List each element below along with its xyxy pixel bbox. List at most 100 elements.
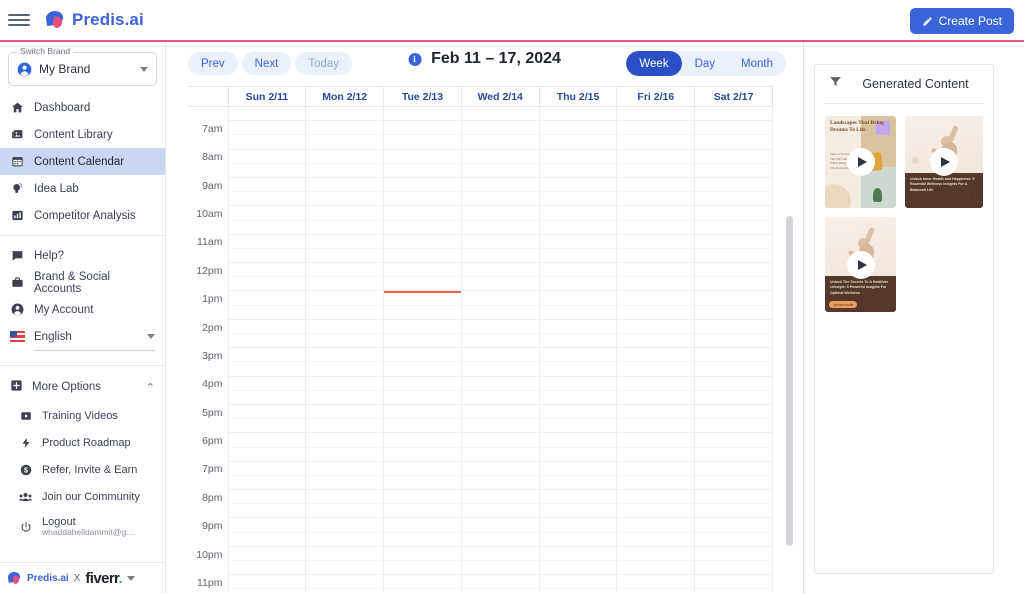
day-header[interactable]: Sat 2/17 — [694, 86, 773, 107]
calendar-cell[interactable] — [460, 304, 540, 320]
calendar-cell[interactable] — [305, 389, 385, 405]
calendar-cell[interactable] — [305, 403, 385, 420]
calendar-cell[interactable] — [227, 162, 307, 178]
calendar-cell[interactable] — [227, 588, 307, 592]
calendar-cell[interactable] — [694, 176, 773, 193]
calendar-cell[interactable] — [538, 247, 618, 264]
calendar-cell[interactable] — [305, 120, 385, 136]
calendar-cell[interactable] — [460, 588, 540, 592]
calendar-cell[interactable] — [538, 176, 618, 193]
calendar-cell[interactable] — [616, 531, 696, 547]
calendar-cell[interactable] — [538, 134, 618, 150]
calendar-cell[interactable] — [616, 134, 696, 150]
calendar-cell[interactable] — [694, 531, 773, 547]
calendar-cell[interactable] — [460, 176, 540, 193]
calendar-cell[interactable] — [305, 162, 385, 178]
create-post-button[interactable]: Create Post — [909, 8, 1014, 34]
calendar-cell[interactable] — [305, 233, 385, 249]
calendar-cell[interactable] — [227, 276, 307, 292]
calendar-cell[interactable] — [305, 489, 385, 505]
content-card[interactable]: Unlock The Secrets To A Healthier Lifest… — [825, 217, 896, 312]
calendar-cell[interactable] — [538, 389, 618, 405]
sidebar-item-refer-invite-earn[interactable]: $ Refer, Invite & Earn — [0, 456, 165, 483]
calendar-cell[interactable] — [616, 489, 696, 505]
calendar-cell[interactable] — [305, 105, 385, 122]
calendar-cell[interactable] — [305, 432, 385, 448]
calendar-cell[interactable] — [538, 347, 618, 363]
calendar-cell[interactable] — [383, 134, 462, 150]
calendar-cell[interactable] — [305, 347, 385, 363]
calendar-cell[interactable] — [383, 361, 462, 377]
calendar-cell[interactable] — [227, 403, 307, 420]
calendar-cell[interactable] — [538, 262, 618, 278]
calendar-cell[interactable] — [227, 432, 307, 448]
calendar-cell[interactable] — [227, 304, 307, 320]
calendar-cell[interactable] — [383, 389, 462, 405]
calendar-cell[interactable] — [305, 219, 385, 235]
calendar-cell[interactable] — [305, 262, 385, 278]
calendar-cell[interactable] — [383, 276, 462, 292]
calendar-cell[interactable] — [616, 219, 696, 235]
content-card[interactable]: Unlock Inner Health and Happiness: 5 Ess… — [905, 116, 983, 208]
calendar-cell[interactable] — [383, 418, 462, 434]
calendar-cell[interactable] — [538, 531, 618, 547]
calendar-cell[interactable] — [616, 446, 696, 462]
calendar-cell[interactable] — [305, 446, 385, 462]
calendar-cell[interactable] — [460, 262, 540, 278]
calendar-cell[interactable] — [383, 531, 462, 547]
calendar-cell[interactable] — [616, 517, 696, 533]
calendar-cell[interactable] — [383, 105, 462, 122]
calendar-cell[interactable] — [305, 134, 385, 150]
calendar-cell[interactable] — [616, 588, 696, 592]
sidebar-item-my-account[interactable]: My Account — [0, 296, 165, 323]
calendar-cell[interactable] — [616, 332, 696, 349]
calendar-cell[interactable] — [616, 162, 696, 178]
calendar-cell[interactable] — [616, 418, 696, 434]
calendar-cell[interactable] — [616, 389, 696, 405]
view-week-button[interactable]: Week — [626, 51, 682, 76]
calendar-cell[interactable] — [383, 347, 462, 363]
calendar-cell[interactable] — [227, 503, 307, 519]
calendar-cell[interactable] — [305, 361, 385, 377]
calendar-cell[interactable] — [383, 489, 462, 505]
calendar-cell[interactable] — [305, 148, 385, 164]
calendar-cell[interactable] — [305, 176, 385, 193]
calendar-cell[interactable] — [227, 219, 307, 235]
calendar-cell[interactable] — [460, 134, 540, 150]
calendar-cell[interactable] — [305, 205, 385, 221]
calendar-cell[interactable] — [305, 290, 385, 306]
calendar-cell[interactable] — [227, 134, 307, 150]
day-header[interactable]: Wed 2/14 — [460, 86, 540, 107]
calendar-cell[interactable] — [227, 247, 307, 264]
calendar-cell[interactable] — [538, 517, 618, 533]
calendar-cell[interactable] — [305, 191, 385, 207]
calendar-cell[interactable] — [694, 332, 773, 349]
calendar-cell[interactable] — [383, 375, 462, 391]
info-icon[interactable]: i — [408, 52, 422, 66]
calendar-cell[interactable] — [694, 120, 773, 136]
calendar-cell[interactable] — [694, 545, 773, 562]
calendar-cell[interactable] — [694, 489, 773, 505]
calendar-cell[interactable] — [383, 432, 462, 448]
calendar-cell[interactable] — [460, 531, 540, 547]
sidebar-item-training-videos[interactable]: Training Videos — [0, 402, 165, 429]
calendar-cell[interactable] — [616, 503, 696, 519]
calendar-cell[interactable] — [383, 205, 462, 221]
calendar-cell[interactable] — [383, 262, 462, 278]
calendar-cell[interactable] — [227, 545, 307, 562]
calendar-cell[interactable] — [616, 176, 696, 193]
calendar-cell[interactable] — [694, 446, 773, 462]
calendar-cell[interactable] — [616, 375, 696, 391]
calendar-cell[interactable] — [694, 162, 773, 178]
more-options-toggle[interactable]: More Options ⌃ — [0, 372, 165, 402]
view-day-button[interactable]: Day — [682, 51, 728, 76]
calendar-cell[interactable] — [460, 574, 540, 590]
calendar-cell[interactable] — [227, 489, 307, 505]
calendar-cell[interactable] — [538, 418, 618, 434]
calendar-cell[interactable] — [227, 176, 307, 193]
day-header[interactable]: Mon 2/12 — [305, 86, 385, 107]
calendar-cell[interactable] — [460, 432, 540, 448]
calendar-cell[interactable] — [694, 290, 773, 306]
calendar-cell[interactable] — [227, 460, 307, 476]
calendar-cell[interactable] — [227, 120, 307, 136]
